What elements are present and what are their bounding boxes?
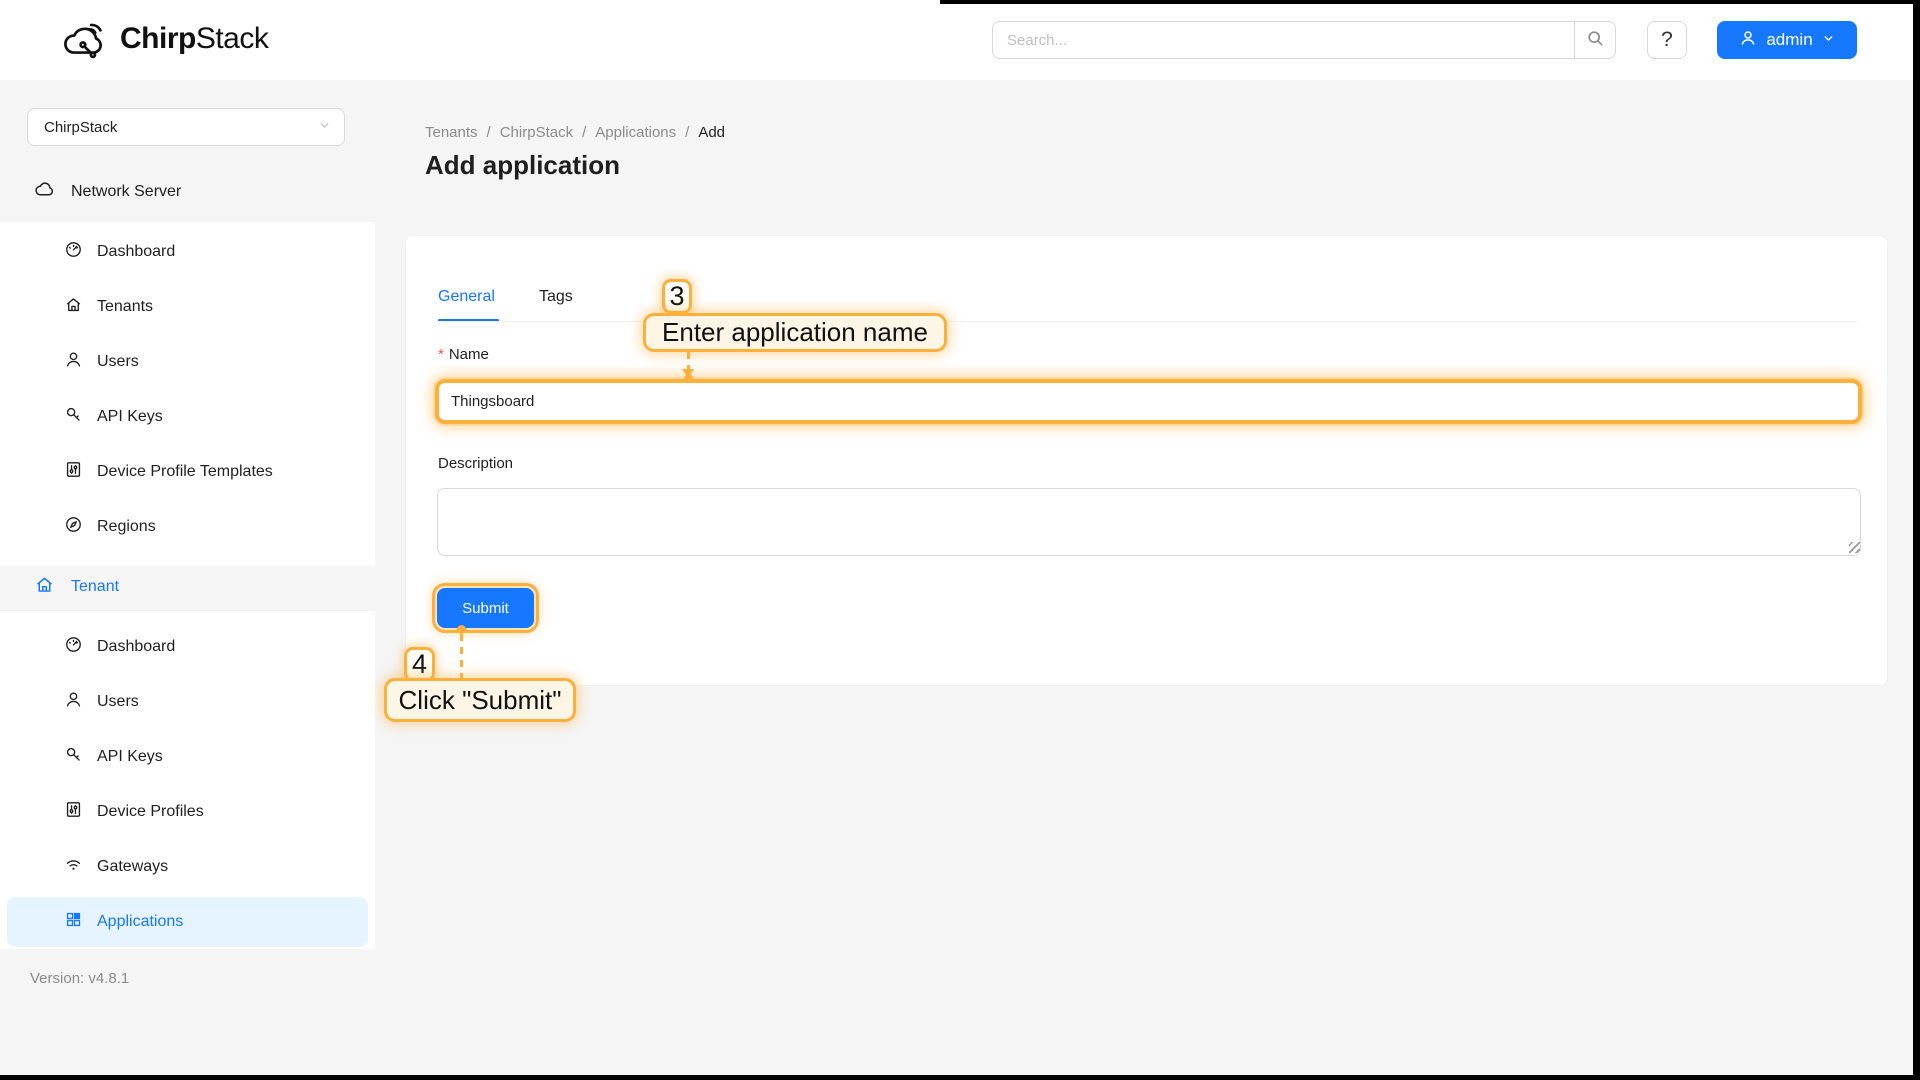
tab-general[interactable]: General [438,284,495,310]
name-input[interactable] [435,379,1862,424]
sliders-icon [64,460,83,484]
form-card: General Tags *Name Description Submit [405,235,1888,686]
user-icon [64,690,83,714]
chirpstack-logo[interactable]: ChirpStack [60,18,268,60]
help-button[interactable]: ? [1647,21,1687,59]
key-icon [64,405,83,429]
dashboard-icon [64,635,83,659]
sidebar-item-tenant-dashboard[interactable]: Dashboard [0,622,375,672]
sidebar-item-label: Device Profile Templates [97,463,273,481]
sidebar-item-label: Users [97,353,139,371]
brand-name: ChirpStack [120,22,268,56]
app-window: ChirpStack ? admin [0,0,1913,1075]
sidebar-group-network-server[interactable]: Network Server [0,167,375,217]
wifi-icon [64,855,83,879]
annotation-step-3-tooltip: Enter application name [643,313,947,352]
sidebar-item-ns-regions[interactable]: Regions [0,502,375,552]
description-textarea[interactable] [437,488,1861,556]
home-icon [34,574,55,600]
search-input[interactable] [993,22,1574,58]
search-icon [1585,28,1605,53]
sidebar-item-label: Users [97,693,139,711]
breadcrumb: Tenants / ChirpStack / Applications / Ad… [425,124,725,141]
sidebar-item-ns-dashboard[interactable]: Dashboard [0,227,375,277]
cloud-icon [34,179,55,205]
sidebar-item-label: API Keys [97,408,163,426]
user-menu-button[interactable]: admin [1717,21,1857,59]
chevron-down-icon [1822,30,1835,50]
sidebar-item-label: API Keys [97,748,163,766]
sidebar-item-tenant-gateways[interactable]: Gateways [0,842,375,892]
sidebar-group-label: Network Server [71,183,181,201]
global-search [992,21,1616,59]
sidebar-item-tenant-users[interactable]: Users [0,677,375,727]
sidebar-item-tenant-applications[interactable]: Applications [0,897,375,947]
sidebar-item-tenant-device-profiles[interactable]: Device Profiles [0,787,375,837]
breadcrumb-separator: / [582,124,586,141]
name-label: *Name [438,346,489,363]
version-label: Version: v4.8.1 [30,970,129,987]
sidebar-item-ns-users[interactable]: Users [0,337,375,387]
description-label: Description [438,455,513,472]
annotation-step-4-badge: 4 [404,647,435,682]
sidebar: ChirpStack Network Server Dashboard Tena… [0,80,375,1075]
tenant-selector-value: ChirpStack [44,119,117,136]
question-mark-icon: ? [1661,28,1673,52]
sidebar-item-ns-api-keys[interactable]: API Keys [0,392,375,442]
required-asterisk: * [438,346,444,363]
main-content: Tenants / ChirpStack / Applications / Ad… [375,80,1913,1075]
breadcrumb-applications[interactable]: Applications [595,124,676,141]
breadcrumb-chirpstack[interactable]: ChirpStack [500,124,573,141]
chevron-down-icon [318,119,331,136]
sidebar-item-label: Dashboard [97,638,175,656]
appstore-icon [64,910,83,934]
annotation-step-3-connector [687,352,690,370]
compass-icon [64,515,83,539]
breadcrumb-tenants[interactable]: Tenants [425,124,478,141]
breadcrumb-add: Add [698,124,725,141]
user-icon [1739,29,1757,52]
chirpstack-cloud-icon [60,18,110,60]
sidebar-item-label: Gateways [97,858,168,876]
breadcrumb-separator: / [685,124,689,141]
sidebar-item-tenant-api-keys[interactable]: API Keys [0,732,375,782]
sidebar-item-label: Tenants [97,298,153,316]
page-title: Add application [425,150,620,181]
search-button[interactable] [1574,22,1615,58]
annotation-step-4-tooltip: Click "Submit" [384,678,576,722]
annotation-step-3-dot [684,374,693,383]
sidebar-item-label: Applications [97,913,183,931]
sidebar-group-tenant[interactable]: Tenant [0,562,375,612]
annotation-step-4-dot [457,625,466,634]
top-header: ChirpStack ? admin [0,0,1913,81]
sidebar-item-ns-device-profile-templates[interactable]: Device Profile Templates [0,447,375,497]
breadcrumb-separator: / [487,124,491,141]
tab-tags[interactable]: Tags [539,284,573,310]
tenant-selector[interactable]: ChirpStack [27,108,345,146]
sidebar-item-label: Device Profiles [97,803,204,821]
submit-button[interactable]: Submit [437,588,534,628]
annotation-step-4-connector [460,634,463,678]
resize-grip-icon[interactable] [1849,542,1860,553]
dashboard-icon [64,240,83,264]
sidebar-group-label: Tenant [71,578,119,596]
home-icon [64,295,83,319]
user-menu-label: admin [1766,30,1812,50]
sliders-icon [64,800,83,824]
sidebar-item-label: Dashboard [97,243,175,261]
sidebar-item-label: Regions [97,518,156,536]
screen-edge [940,0,1920,4]
sidebar-item-ns-tenants[interactable]: Tenants [0,282,375,332]
key-icon [64,745,83,769]
annotation-step-3-badge: 3 [662,279,692,314]
user-icon [64,350,83,374]
